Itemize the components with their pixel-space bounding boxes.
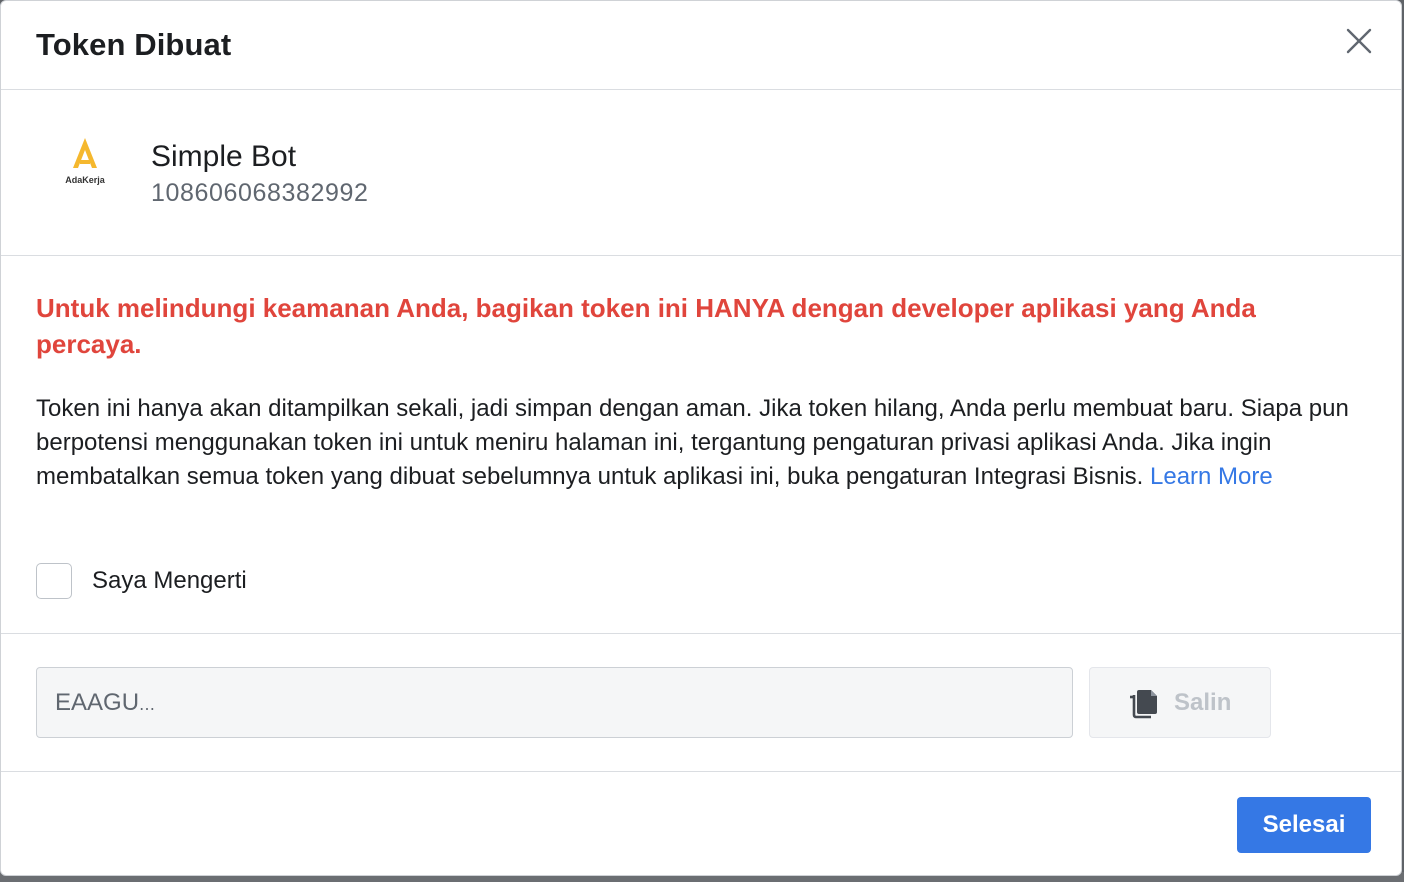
close-button[interactable]	[1343, 25, 1375, 57]
done-button[interactable]: Selesai	[1237, 797, 1371, 853]
copy-icon	[1130, 689, 1157, 718]
security-warning: Untuk melindungi keamanan Anda, bagikan …	[36, 293, 1256, 359]
acknowledge-row[interactable]: Saya Mengerti	[36, 561, 247, 601]
token-section: EAAGU… Salin	[1, 634, 1401, 772]
svg-text:AdaKerja: AdaKerja	[65, 175, 106, 185]
token-created-dialog: Token Dibuat AdaKerja Simple Bot 1086060…	[0, 0, 1402, 876]
adakerja-logo-icon: AdaKerja	[65, 138, 106, 185]
copy-label: Salin	[1174, 688, 1232, 716]
dialog-footer: Selesai	[1, 772, 1401, 875]
dialog-title: Token Dibuat	[36, 27, 232, 62]
close-icon	[1346, 28, 1372, 54]
app-id: 108606068382992	[151, 179, 369, 207]
copy-button[interactable]: Salin	[1089, 667, 1271, 738]
dialog-header: Token Dibuat	[1, 1, 1401, 90]
token-masked: …	[139, 695, 156, 714]
token-prefix: EAAGU	[55, 689, 140, 716]
acknowledge-label[interactable]: Saya Mengerti	[92, 567, 247, 595]
warning-section: Untuk melindungi keamanan Anda, bagikan …	[1, 256, 1401, 634]
acknowledge-checkbox[interactable]	[36, 563, 72, 599]
token-field[interactable]: EAAGU…	[36, 667, 1073, 738]
learn-more-link[interactable]: Learn More	[1150, 463, 1273, 490]
app-info: AdaKerja Simple Bot 108606068382992	[1, 90, 1401, 256]
app-logo: AdaKerja	[57, 134, 113, 198]
token-description: Token ini hanya akan ditampilkan sekali,…	[36, 392, 1356, 494]
app-name: Simple Bot	[151, 140, 297, 173]
